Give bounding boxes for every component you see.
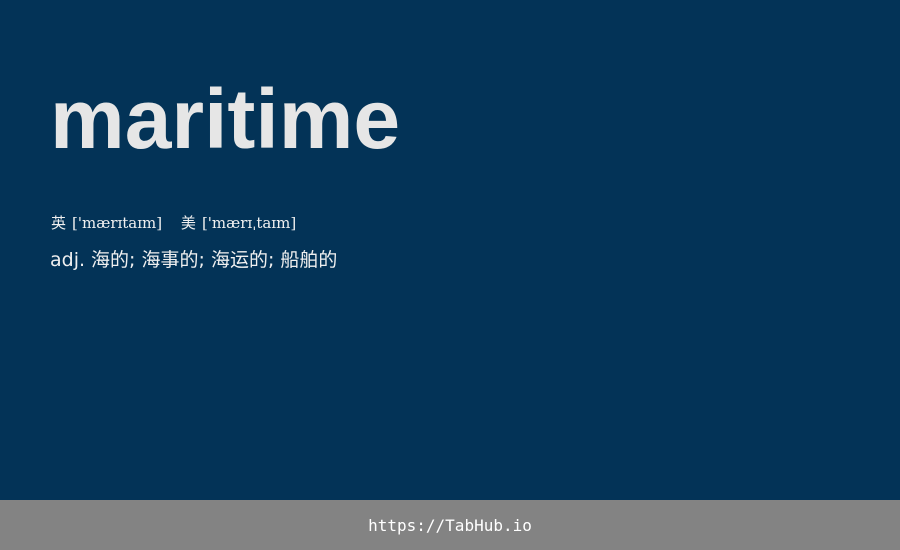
phonetic-us-value: ['mærɪˌtaɪm] [201,214,297,232]
word-card: maritime 英 ['mærɪtaɪm] 美 ['mærɪˌtaɪm] adj.… [50,0,850,500]
phonetics-row: 英 ['mærɪtaɪm] 美 ['mærɪˌtaɪm] [51,213,310,233]
definition: adj. 海的; 海事的; 海运的; 船舶的 [50,249,338,271]
footer-bar: https://TabHub.io [0,500,900,550]
phonetic-us-label: 美 [180,214,196,232]
phonetic-uk: 英 ['mærɪtaɪm] [51,213,162,233]
headword: maritime [50,72,401,166]
footer-link[interactable]: https://TabHub.io [368,516,532,535]
phonetic-uk-label: 英 [51,214,67,232]
phonetic-us: 美 ['mærɪˌtaɪm] [181,213,296,233]
phonetic-uk-value: ['mærɪtaɪm] [72,214,163,232]
